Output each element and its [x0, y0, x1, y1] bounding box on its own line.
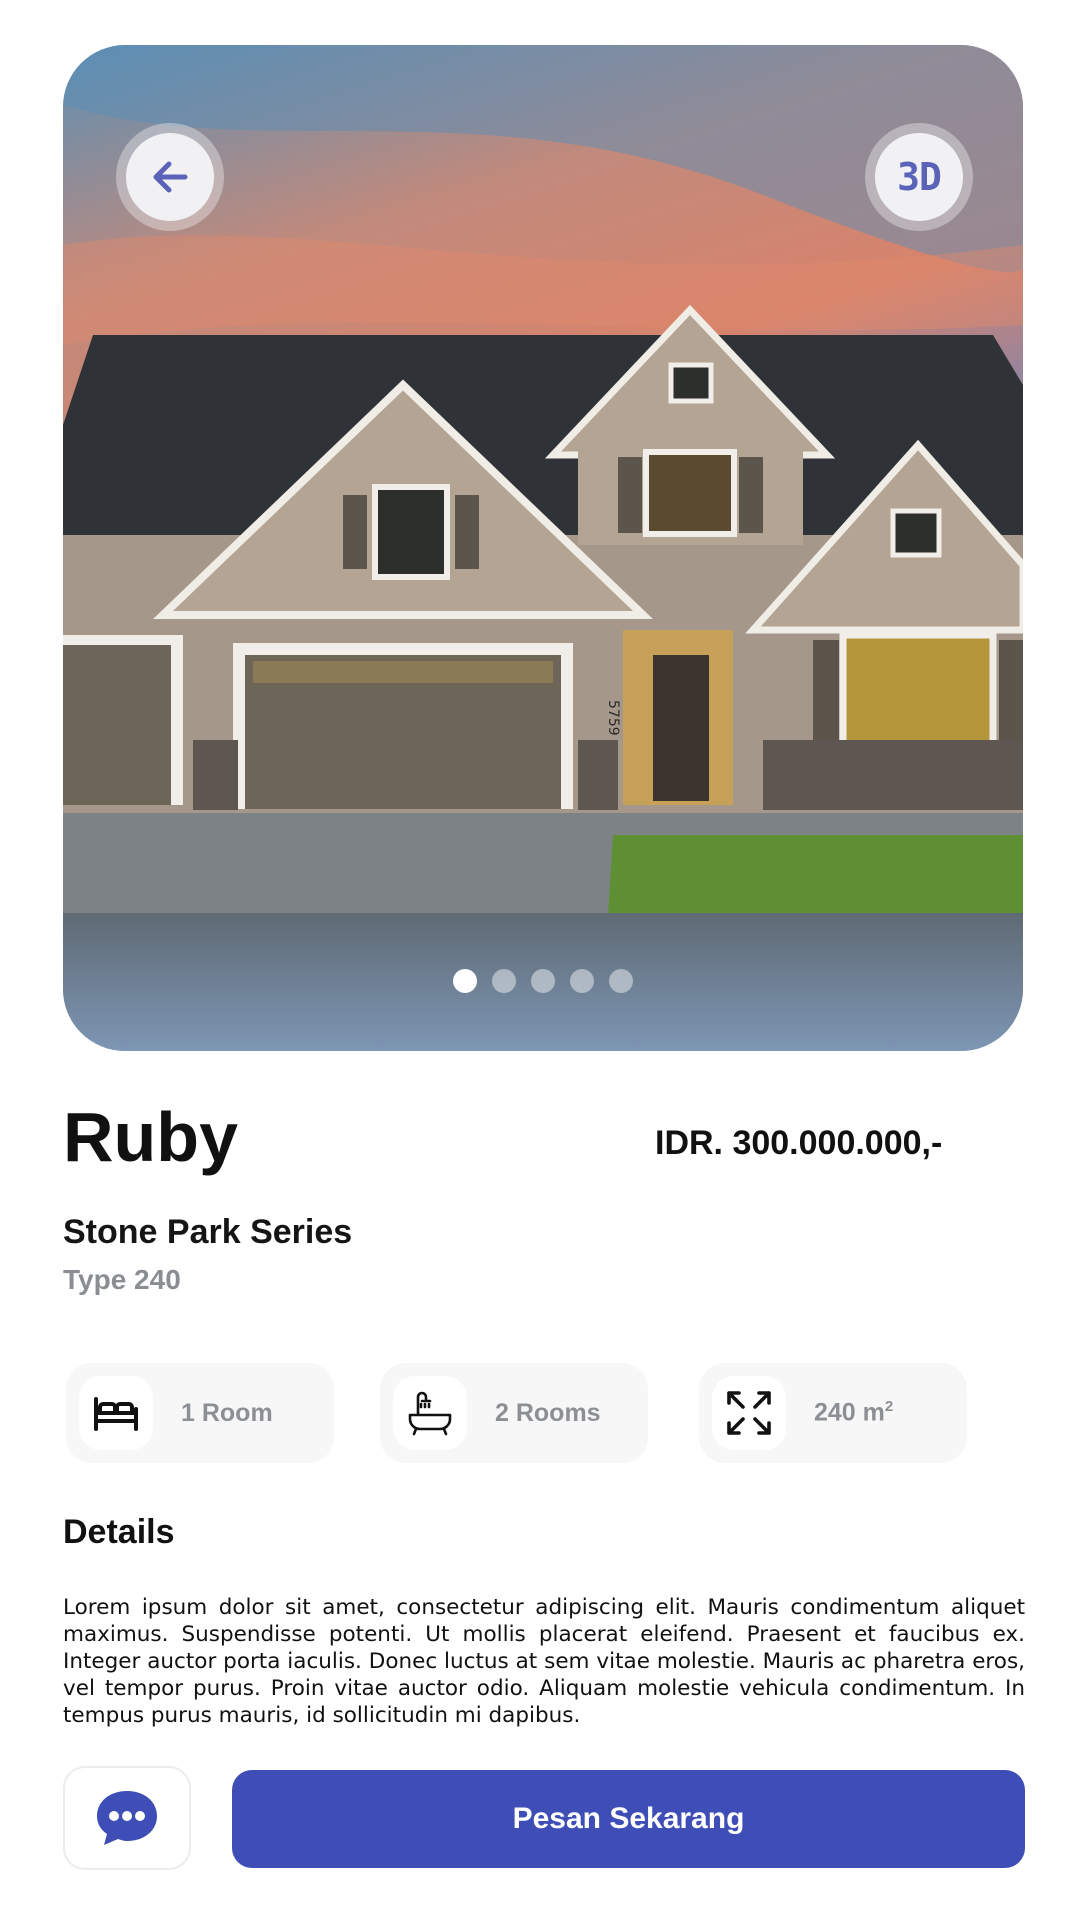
back-button[interactable] — [116, 123, 224, 231]
bed-icon — [94, 1397, 138, 1431]
carousel-indicator — [63, 969, 1023, 993]
chat-bubble-icon — [97, 1791, 157, 1845]
order-now-button[interactable]: Pesan Sekarang — [232, 1770, 1025, 1868]
feature-bathrooms: 2 Rooms — [380, 1363, 648, 1463]
carousel-dot[interactable] — [570, 969, 594, 993]
carousel-dot[interactable] — [453, 969, 477, 993]
details-text: Lorem ipsum dolor sit amet, consectetur … — [63, 1594, 1025, 1728]
carousel-dot[interactable] — [531, 969, 555, 993]
property-image-carousel[interactable]: 5759 3D — [63, 45, 1023, 1051]
property-price: IDR. 300.000.000,- — [655, 1124, 943, 1162]
property-type: Type 240 — [63, 1264, 181, 1295]
carousel-dot[interactable] — [609, 969, 633, 993]
expand-icon — [727, 1391, 771, 1435]
feature-label: 1 Room — [181, 1398, 273, 1427]
feature-label: 240 m2 — [814, 1398, 894, 1427]
property-name: Ruby — [63, 1098, 238, 1176]
chat-button[interactable] — [63, 1766, 191, 1870]
arrow-left-icon — [153, 161, 188, 193]
carousel-dot[interactable] — [492, 969, 516, 993]
bathtub-icon — [408, 1391, 452, 1436]
house-number: 5759 — [605, 700, 621, 736]
feature-label: 2 Rooms — [495, 1398, 601, 1427]
view-3d-button[interactable]: 3D — [865, 123, 973, 231]
feature-bedrooms: 1 Room — [66, 1363, 334, 1463]
details-heading: Details — [63, 1513, 175, 1551]
property-series: Stone Park Series — [63, 1213, 353, 1251]
view-3d-label: 3D — [897, 155, 942, 199]
feature-area: 240 m2 — [699, 1363, 967, 1463]
